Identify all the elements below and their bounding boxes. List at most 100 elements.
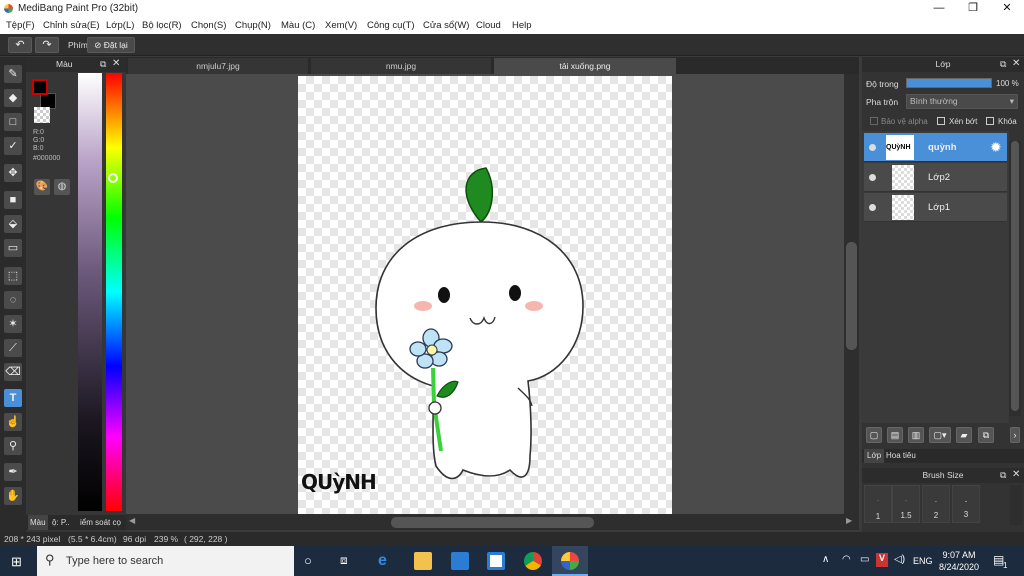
menu-cloud[interactable]: Cloud bbox=[476, 20, 501, 31]
restore-button[interactable]: ❐ bbox=[956, 0, 990, 17]
mail-icon[interactable] bbox=[451, 552, 469, 570]
horizontal-scrollbar[interactable]: ◀ ▶ bbox=[126, 514, 859, 530]
brush-undock-icon[interactable]: ⧉ bbox=[1000, 470, 1006, 481]
blend-mode-select[interactable]: Bình thường ▾ bbox=[906, 94, 1018, 109]
select-pen-icon[interactable]: ✓ bbox=[4, 137, 22, 155]
vertical-scroll-thumb[interactable] bbox=[846, 242, 857, 350]
brush-icon[interactable]: ✎ bbox=[4, 65, 22, 83]
new-layer-1bit-icon[interactable]: ▥ bbox=[908, 427, 924, 443]
reset-button[interactable]: ⊘ Đặt lại bbox=[87, 37, 135, 53]
layer-row-lop2[interactable]: Lớp2 bbox=[864, 163, 1007, 192]
redo-icon[interactable]: ↷ bbox=[35, 37, 59, 53]
gradient-icon[interactable]: ▭ bbox=[4, 239, 22, 257]
menu-filter[interactable]: Bộ lọc(R) bbox=[142, 20, 182, 31]
tray-chevron-icon[interactable]: ∧ bbox=[822, 554, 829, 565]
fill-shape-icon[interactable]: ■ bbox=[4, 191, 22, 209]
color-value-strip[interactable] bbox=[78, 73, 102, 511]
brush-size-2[interactable]: · 2 bbox=[922, 485, 950, 523]
eraser-icon[interactable]: ◆ bbox=[4, 89, 22, 107]
tab-document-1[interactable]: nmjulu7.jpg bbox=[128, 58, 308, 74]
clock[interactable]: 9:07 AM 8/24/2020 bbox=[938, 549, 980, 573]
menu-snap[interactable]: Chụp(N) bbox=[235, 20, 271, 31]
visibility-icon[interactable] bbox=[869, 174, 876, 181]
magic-wand-icon[interactable]: ✶ bbox=[4, 315, 22, 333]
menu-color[interactable]: Màu (C) bbox=[281, 20, 315, 31]
horizontal-scroll-thumb[interactable] bbox=[391, 517, 594, 528]
layer-scroll-thumb[interactable] bbox=[1011, 141, 1019, 411]
tab-color[interactable]: Màu bbox=[28, 515, 48, 530]
close-button[interactable]: ✕ bbox=[990, 0, 1024, 17]
brush-size-3[interactable]: · 3 bbox=[952, 485, 980, 523]
store-icon[interactable] bbox=[487, 552, 505, 570]
dropper-icon[interactable]: ⚲ bbox=[4, 437, 22, 455]
visibility-icon[interactable] bbox=[869, 144, 876, 151]
wifi-icon[interactable]: ◠ bbox=[842, 554, 851, 565]
menu-view[interactable]: Xem(V) bbox=[325, 20, 357, 31]
medibang-taskbar-button[interactable] bbox=[552, 546, 588, 576]
opacity-slider[interactable] bbox=[906, 78, 992, 88]
tab-document-2[interactable]: nmu.jpg bbox=[311, 58, 491, 74]
menu-help[interactable]: Help bbox=[512, 20, 532, 31]
operation-icon[interactable]: ☝ bbox=[4, 413, 22, 431]
scroll-right-icon[interactable]: ▶ bbox=[846, 516, 852, 525]
visibility-icon[interactable] bbox=[869, 204, 876, 211]
task-view-icon[interactable]: ⧈ bbox=[340, 553, 348, 568]
brush-size-1-5[interactable]: · 1.5 bbox=[892, 485, 920, 523]
menu-file[interactable]: Tệp(F) bbox=[6, 20, 35, 31]
menu-edit[interactable]: Chỉnh sửa(E) bbox=[43, 20, 100, 31]
clip-checkbox[interactable] bbox=[937, 117, 945, 125]
menu-layer[interactable]: Lớp(L) bbox=[106, 20, 134, 31]
vertical-scrollbar[interactable] bbox=[844, 74, 859, 514]
language-indicator[interactable]: ENG bbox=[913, 556, 933, 566]
gear-icon[interactable]: ✹ bbox=[990, 139, 1002, 156]
edge-icon[interactable]: e bbox=[378, 552, 396, 570]
transparent-swatch[interactable] bbox=[34, 107, 50, 123]
hue-slider-knob[interactable] bbox=[108, 173, 118, 183]
tab-brush-control[interactable]: iểm soát cọ bbox=[80, 515, 124, 530]
undo-icon[interactable]: ↶ bbox=[8, 37, 32, 53]
volume-icon[interactable]: ◁) bbox=[894, 554, 905, 565]
folder-icon[interactable]: ▰ bbox=[956, 427, 972, 443]
duplicate-layer-icon[interactable]: ⧉ bbox=[978, 427, 994, 443]
menu-select[interactable]: Chọn(S) bbox=[191, 20, 226, 31]
hand-icon[interactable]: ✋ bbox=[4, 487, 22, 505]
text-icon[interactable]: T bbox=[4, 389, 22, 407]
menu-window[interactable]: Cửa sổ(W) bbox=[423, 20, 469, 31]
brush-size-1[interactable]: · 1 bbox=[864, 485, 892, 523]
lock-checkbox[interactable] bbox=[986, 117, 994, 125]
lasso-icon[interactable]: ◌ bbox=[4, 291, 22, 309]
taskbar-search[interactable]: ⚲ Type here to search bbox=[37, 546, 294, 576]
file-explorer-icon[interactable] bbox=[414, 552, 432, 570]
chrome-icon[interactable] bbox=[524, 552, 542, 570]
brush-close-icon[interactable]: ✕ bbox=[1012, 469, 1020, 480]
layers-close-icon[interactable]: ✕ bbox=[1012, 58, 1020, 69]
battery-icon[interactable]: ▭ bbox=[860, 554, 869, 565]
minimize-button[interactable]: — bbox=[922, 0, 956, 17]
tab-document-3[interactable]: tải xuống.png bbox=[494, 58, 676, 74]
brush-scrollbar[interactable] bbox=[1010, 485, 1022, 525]
windows-start-icon[interactable]: ⊞ bbox=[11, 554, 22, 570]
new-layer-icon[interactable]: ▢ bbox=[866, 427, 882, 443]
layer-scrollbar[interactable] bbox=[1009, 141, 1021, 416]
layers-undock-icon[interactable]: ⧉ bbox=[1000, 59, 1006, 70]
select-rect-icon[interactable]: ⬚ bbox=[4, 267, 22, 285]
bucket-icon[interactable]: ⬙ bbox=[4, 215, 22, 233]
eyedropper-icon[interactable]: ✒ bbox=[4, 463, 22, 481]
scroll-left-icon[interactable]: ◀ bbox=[129, 516, 135, 525]
select-eraser-icon[interactable]: ⌫ bbox=[4, 363, 22, 381]
foreground-color-swatch[interactable] bbox=[32, 79, 48, 95]
layer-row-quynh[interactable]: QUỳNH quỳnh ✹ bbox=[864, 133, 1007, 162]
more-icon[interactable]: › bbox=[1010, 427, 1020, 443]
menu-tools[interactable]: Công cụ(T) bbox=[367, 20, 415, 31]
layer-row-lop1[interactable]: Lớp1 bbox=[864, 193, 1007, 222]
hue-strip[interactable] bbox=[106, 73, 122, 511]
select-pen-tool-icon[interactable]: ⟋ bbox=[4, 339, 22, 357]
drawing-canvas[interactable]: QUỳNH bbox=[298, 76, 672, 514]
tab-navigator[interactable]: Hoa tiêu bbox=[886, 449, 916, 463]
tab-brush-params[interactable]: ộ: P.. bbox=[52, 515, 70, 530]
protect-alpha-checkbox[interactable] bbox=[870, 117, 878, 125]
cortana-icon[interactable]: ○ bbox=[304, 553, 312, 568]
panel-close-icon[interactable]: ✕ bbox=[112, 58, 120, 69]
palette-add-icon[interactable]: ◍ bbox=[54, 179, 70, 195]
palette-icon[interactable]: 🎨 bbox=[34, 179, 50, 195]
